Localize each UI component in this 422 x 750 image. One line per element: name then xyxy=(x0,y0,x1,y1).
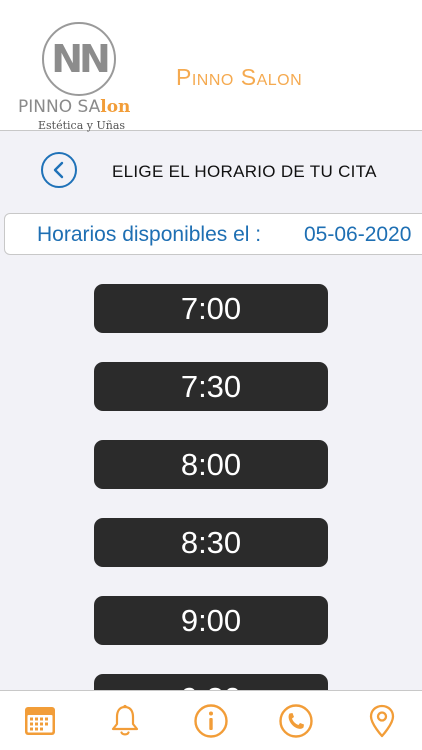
nav-bar: ELIGE EL HORARIO DE TU CITA xyxy=(0,132,422,204)
page-title: ELIGE EL HORARIO DE TU CITA xyxy=(112,162,377,181)
app-title: Pinno Salon xyxy=(176,64,303,90)
salon-logo: NN PINNO SAlon Estética y Uñas xyxy=(18,22,148,134)
info-icon xyxy=(194,704,228,738)
logo-tagline: Estética y Uñas xyxy=(38,119,126,132)
logo-name: PINNO SAlon xyxy=(18,97,148,117)
time-slot-button[interactable]: 9:00 xyxy=(94,596,328,645)
logo-circle: NN xyxy=(42,22,116,96)
tab-info[interactable] xyxy=(193,703,229,739)
logo-name-accent: lon xyxy=(100,97,131,117)
logo-monogram: NN xyxy=(51,37,111,81)
calendar-icon xyxy=(25,707,55,735)
tab-calendar[interactable] xyxy=(22,703,58,739)
time-slot-list[interactable]: 7:00 7:30 8:00 8:30 9:00 9:30 xyxy=(0,256,422,690)
chevron-left-icon xyxy=(53,161,64,179)
time-slot-button[interactable]: 7:30 xyxy=(94,362,328,411)
tab-notifications[interactable] xyxy=(107,703,143,739)
time-slot-button[interactable]: 8:00 xyxy=(94,440,328,489)
schedule-date-label: Horarios disponibles el : xyxy=(37,223,262,246)
tab-location[interactable] xyxy=(364,703,400,739)
schedule-date-value: 05-06-2020 xyxy=(304,223,412,246)
phone-icon xyxy=(279,704,313,738)
tab-call[interactable] xyxy=(278,703,314,739)
location-pin-icon xyxy=(369,704,395,738)
time-slot-button[interactable]: 8:30 xyxy=(94,518,328,567)
bottom-tab-bar xyxy=(0,690,422,750)
schedule-date-banner: Horarios disponibles el : 05-06-2020 xyxy=(4,213,422,255)
bell-icon xyxy=(111,704,139,736)
time-slot-button[interactable]: 7:00 xyxy=(94,284,328,333)
back-button[interactable] xyxy=(41,152,77,188)
time-slot-button[interactable]: 9:30 xyxy=(94,674,328,690)
app-header: NN PINNO SAlon Estética y Uñas Pinno Sal… xyxy=(0,0,422,134)
logo-name-plain: PINNO SA xyxy=(18,97,101,117)
